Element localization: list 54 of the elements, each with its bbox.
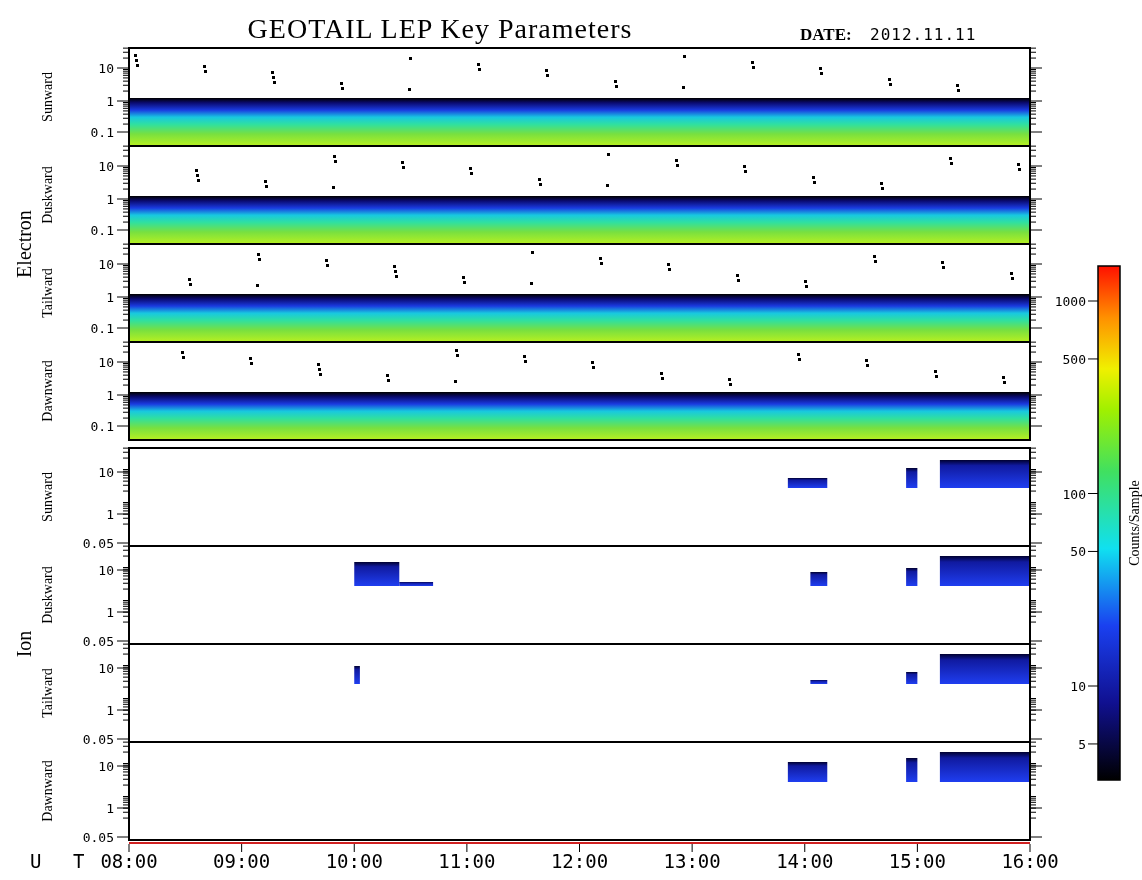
y-tick-label: 10 — [98, 759, 114, 774]
direction-label: Dawnward — [40, 760, 55, 822]
direction-label: Tailward — [40, 668, 55, 718]
y-tick-label: 10 — [98, 563, 114, 578]
colorbar-tick-label: 5 — [1078, 736, 1086, 752]
y-tick-label: 0.05 — [82, 732, 114, 747]
species-label: Electron — [13, 210, 35, 278]
y-tick-label: 0.05 — [82, 536, 114, 551]
direction-label: Dawnward — [40, 360, 55, 422]
y-tick-label: 0.1 — [90, 321, 114, 336]
y-tick-label: 1 — [106, 290, 114, 305]
y-tick-label: 0.05 — [82, 634, 114, 649]
y-tick-label: 0.1 — [90, 419, 114, 434]
x-tick-label: 11:00 — [438, 850, 496, 872]
direction-label: Sunward — [40, 72, 55, 122]
y-tick-label: 1 — [106, 94, 114, 109]
y-tick-label: 0.1 — [90, 223, 114, 238]
y-tick-label: 1 — [106, 192, 114, 207]
colorbar-label: Counts/Sample — [1127, 480, 1142, 566]
y-tick-label: 1 — [106, 507, 114, 522]
y-tick-label: 10 — [98, 61, 114, 76]
colorbar-tick-label: 10 — [1070, 679, 1086, 694]
direction-label: Tailward — [40, 268, 55, 318]
x-tick-label: 16:00 — [1001, 850, 1059, 872]
x-tick-label: 08:00 — [100, 850, 158, 872]
x-tick-label: 13:00 — [663, 850, 721, 872]
y-tick-label: 0.1 — [90, 125, 114, 140]
y-tick-label: 1 — [106, 388, 114, 403]
date-label: DATE: — [800, 25, 852, 44]
x-axis-label: U T — [30, 850, 95, 872]
colorbar-tick-label: 50 — [1070, 544, 1086, 560]
x-tick-label: 14:00 — [776, 850, 834, 872]
y-tick-label: 0.05 — [82, 830, 114, 845]
y-tick-label: 10 — [98, 159, 114, 174]
direction-label: Duskward — [40, 166, 55, 224]
y-tick-label: 1 — [106, 801, 114, 816]
x-tick-label: 15:00 — [888, 850, 946, 872]
colorbar-tick-label: 1000 — [1054, 294, 1086, 309]
y-tick-label: 10 — [98, 465, 114, 480]
species-label: Ion — [13, 630, 35, 658]
y-tick-label: 10 — [98, 257, 114, 272]
direction-label: Duskward — [40, 566, 55, 624]
plot-title: GEOTAIL LEP Key Parameters — [247, 13, 633, 44]
date-value: 2012.11.11 — [870, 25, 977, 44]
x-tick-label: 12:00 — [550, 850, 609, 872]
y-tick-label: 1 — [106, 703, 114, 718]
colorbar-tick-label: 500 — [1062, 351, 1086, 367]
x-tick-label: 10:00 — [325, 850, 383, 872]
y-tick-label: 10 — [98, 661, 114, 676]
colorbar-tick-label: 100 — [1062, 486, 1086, 502]
y-tick-label: 10 — [98, 355, 114, 370]
y-tick-label: 1 — [106, 605, 114, 620]
direction-label: Sunward — [40, 472, 55, 522]
x-tick-label: 09:00 — [213, 850, 271, 872]
